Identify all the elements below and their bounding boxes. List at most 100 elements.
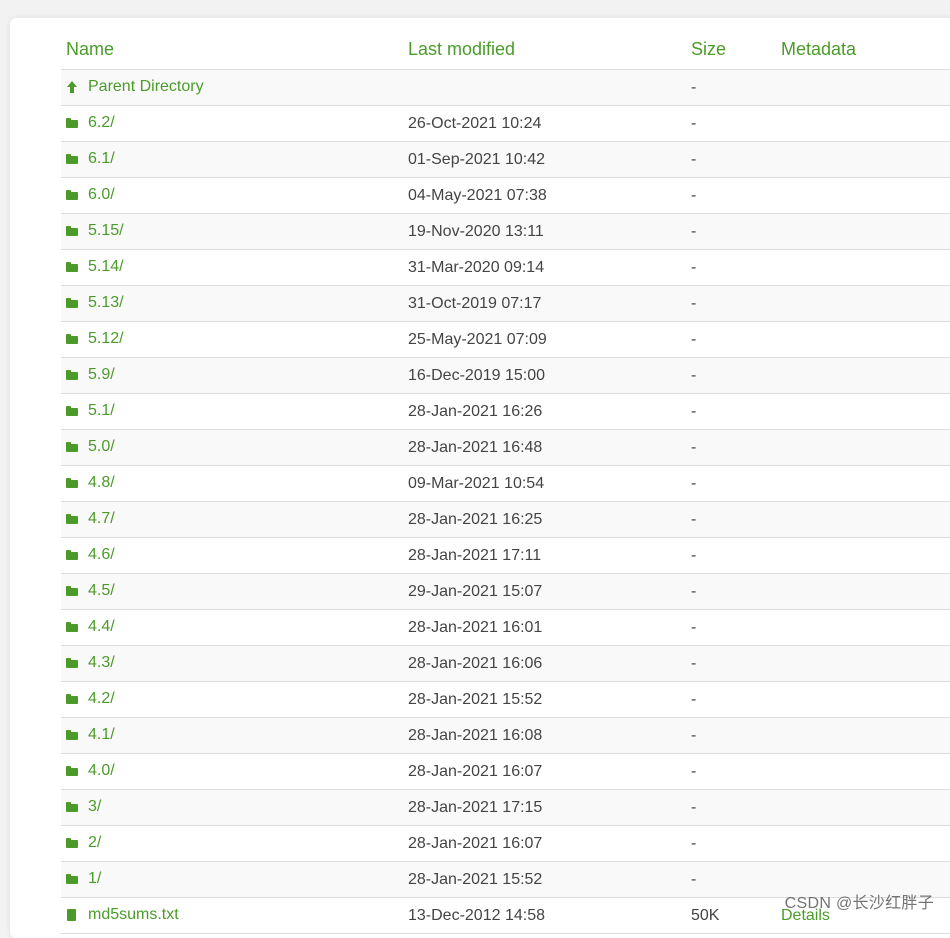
entry-link[interactable]: 5.9/ bbox=[66, 366, 115, 384]
cell-name: 4.4/ bbox=[61, 610, 403, 646]
cell-metadata bbox=[776, 718, 950, 754]
table-row: 6.2/26-Oct-2021 10:24- bbox=[61, 106, 950, 142]
folder-icon bbox=[66, 477, 78, 489]
cell-metadata bbox=[776, 538, 950, 574]
table-row: 2/28-Jan-2021 16:07- bbox=[61, 826, 950, 862]
cell-size: - bbox=[686, 70, 776, 106]
table-row: 4.2/28-Jan-2021 15:52- bbox=[61, 682, 950, 718]
table-row: 4.3/28-Jan-2021 16:06- bbox=[61, 646, 950, 682]
table-row: 4.6/28-Jan-2021 17:11- bbox=[61, 538, 950, 574]
cell-name: Parent Directory bbox=[61, 70, 403, 106]
cell-metadata bbox=[776, 106, 950, 142]
entry-link[interactable]: 3/ bbox=[66, 798, 101, 816]
table-row: 4.8/09-Mar-2021 10:54- bbox=[61, 466, 950, 502]
entry-link[interactable]: 4.7/ bbox=[66, 510, 115, 528]
cell-metadata bbox=[776, 214, 950, 250]
entry-name: 4.5/ bbox=[88, 582, 115, 600]
cell-name: 5.9/ bbox=[61, 358, 403, 394]
entry-link[interactable]: 4.0/ bbox=[66, 762, 115, 780]
entry-link[interactable]: 4.5/ bbox=[66, 582, 115, 600]
folder-icon bbox=[66, 873, 78, 885]
cell-name: 4.6/ bbox=[61, 538, 403, 574]
folder-icon bbox=[66, 405, 78, 417]
column-header-name[interactable]: Name bbox=[61, 30, 403, 70]
entry-link[interactable]: 5.14/ bbox=[66, 258, 124, 276]
entry-link[interactable]: 5.15/ bbox=[66, 222, 124, 240]
table-row: 6.1/01-Sep-2021 10:42- bbox=[61, 142, 950, 178]
cell-size: - bbox=[686, 610, 776, 646]
entry-link[interactable]: 4.4/ bbox=[66, 618, 115, 636]
cell-size: - bbox=[686, 646, 776, 682]
entry-link[interactable]: md5sums.txt bbox=[66, 906, 179, 924]
cell-last-modified: 26-Oct-2021 10:24 bbox=[403, 106, 686, 142]
cell-size: - bbox=[686, 358, 776, 394]
table-row: 4.5/29-Jan-2021 15:07- bbox=[61, 574, 950, 610]
entry-link[interactable]: 5.13/ bbox=[66, 294, 124, 312]
entry-link[interactable]: 4.3/ bbox=[66, 654, 115, 672]
cell-last-modified: 29-Jan-2021 15:07 bbox=[403, 574, 686, 610]
cell-last-modified: 28-Jan-2021 16:26 bbox=[403, 394, 686, 430]
entry-link[interactable]: 6.1/ bbox=[66, 150, 115, 168]
entry-link[interactable]: 5.0/ bbox=[66, 438, 115, 456]
entry-name: 6.0/ bbox=[88, 186, 115, 204]
entry-name: 4.3/ bbox=[88, 654, 115, 672]
cell-last-modified: 16-Dec-2019 15:00 bbox=[403, 358, 686, 394]
cell-size: - bbox=[686, 466, 776, 502]
entry-name: md5sums.txt bbox=[88, 906, 179, 924]
cell-name: 5.14/ bbox=[61, 250, 403, 286]
cell-size: - bbox=[686, 790, 776, 826]
column-header-size[interactable]: Size bbox=[686, 30, 776, 70]
cell-name: 6.1/ bbox=[61, 142, 403, 178]
folder-icon bbox=[66, 153, 78, 165]
entry-link[interactable]: 1/ bbox=[66, 870, 101, 888]
entry-name: Parent Directory bbox=[88, 78, 204, 96]
entry-link[interactable]: 4.6/ bbox=[66, 546, 115, 564]
cell-name: 5.1/ bbox=[61, 394, 403, 430]
entry-name: 5.14/ bbox=[88, 258, 124, 276]
folder-icon bbox=[66, 117, 78, 129]
cell-last-modified: 31-Oct-2019 07:17 bbox=[403, 286, 686, 322]
directory-listing-table: Name Last modified Size Metadata Parent … bbox=[61, 30, 950, 934]
entry-name: 6.2/ bbox=[88, 114, 115, 132]
entry-link[interactable]: 5.12/ bbox=[66, 330, 124, 348]
cell-name: 3/ bbox=[61, 790, 403, 826]
cell-name: 5.12/ bbox=[61, 322, 403, 358]
folder-icon bbox=[66, 837, 78, 849]
folder-icon bbox=[66, 513, 78, 525]
cell-size: - bbox=[686, 718, 776, 754]
entry-link[interactable]: 2/ bbox=[66, 834, 101, 852]
table-row: 4.0/28-Jan-2021 16:07- bbox=[61, 754, 950, 790]
folder-icon bbox=[66, 621, 78, 633]
cell-name: 4.1/ bbox=[61, 718, 403, 754]
entry-link[interactable]: 4.8/ bbox=[66, 474, 115, 492]
cell-metadata bbox=[776, 322, 950, 358]
cell-last-modified: 28-Jan-2021 16:06 bbox=[403, 646, 686, 682]
cell-size: - bbox=[686, 538, 776, 574]
table-row: 5.14/31-Mar-2020 09:14- bbox=[61, 250, 950, 286]
entry-link[interactable]: 4.2/ bbox=[66, 690, 115, 708]
table-row: 5.1/28-Jan-2021 16:26- bbox=[61, 394, 950, 430]
cell-last-modified: 28-Jan-2021 16:48 bbox=[403, 430, 686, 466]
entry-link[interactable]: Parent Directory bbox=[66, 78, 204, 96]
folder-icon bbox=[66, 333, 78, 345]
entry-link[interactable]: 4.1/ bbox=[66, 726, 115, 744]
folder-icon bbox=[66, 369, 78, 381]
column-header-metadata[interactable]: Metadata bbox=[776, 30, 950, 70]
cell-metadata bbox=[776, 178, 950, 214]
entry-name: 4.4/ bbox=[88, 618, 115, 636]
entry-link[interactable]: 6.2/ bbox=[66, 114, 115, 132]
column-header-last-modified[interactable]: Last modified bbox=[403, 30, 686, 70]
cell-last-modified: 28-Jan-2021 16:07 bbox=[403, 826, 686, 862]
entry-link[interactable]: 5.1/ bbox=[66, 402, 115, 420]
cell-metadata bbox=[776, 646, 950, 682]
cell-size: - bbox=[686, 286, 776, 322]
entry-name: 5.1/ bbox=[88, 402, 115, 420]
entry-link[interactable]: 6.0/ bbox=[66, 186, 115, 204]
cell-size: - bbox=[686, 142, 776, 178]
cell-name: 4.2/ bbox=[61, 682, 403, 718]
folder-icon bbox=[66, 261, 78, 273]
cell-name: 4.5/ bbox=[61, 574, 403, 610]
cell-last-modified: 28-Jan-2021 16:08 bbox=[403, 718, 686, 754]
cell-name: 4.0/ bbox=[61, 754, 403, 790]
entry-name: 5.15/ bbox=[88, 222, 124, 240]
